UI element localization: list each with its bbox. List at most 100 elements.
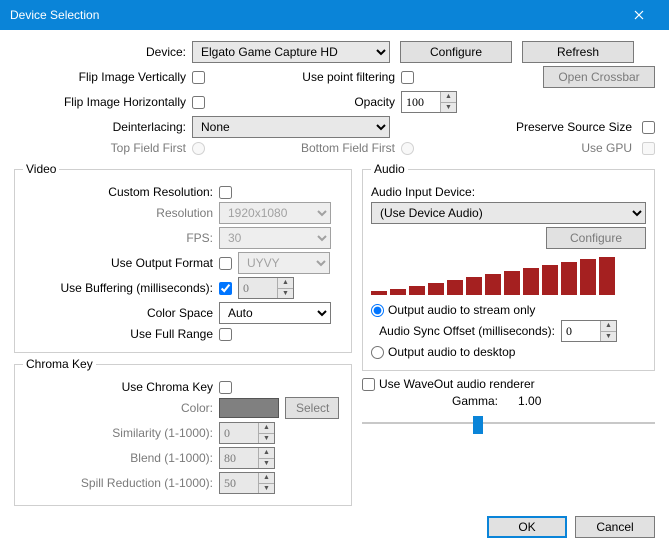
chroma-color-swatch — [219, 398, 279, 418]
color-space-label: Color Space — [23, 306, 219, 320]
audio-bar — [409, 286, 425, 295]
custom-res-checkbox[interactable] — [219, 186, 232, 199]
resolution-label: Resolution — [23, 206, 219, 220]
use-output-fmt-checkbox[interactable] — [219, 257, 232, 270]
sync-label: Audio Sync Offset (milliseconds): — [371, 324, 561, 338]
close-icon — [634, 10, 644, 20]
full-range-label: Use Full Range — [23, 327, 219, 341]
blend-spinner: ▲▼ — [219, 447, 275, 469]
waveout-label: Use WaveOut audio renderer — [379, 377, 535, 391]
gamma-thumb[interactable] — [473, 416, 483, 434]
audio-device-label: Audio Input Device: — [371, 185, 475, 199]
audio-bar — [390, 289, 406, 295]
flip-v-checkbox[interactable] — [192, 71, 205, 84]
audio-bar — [599, 257, 615, 295]
use-gpu-label: Use GPU — [581, 141, 638, 155]
opacity-label: Opacity — [261, 95, 401, 109]
device-label: Device: — [14, 45, 192, 59]
spinner-arrows: ▲▼ — [277, 278, 293, 298]
video-group: Video Custom Resolution: Resolution 1920… — [14, 162, 352, 353]
flip-h-checkbox[interactable] — [192, 96, 205, 109]
audio-bar — [504, 271, 520, 295]
preserve-label: Preserve Source Size — [516, 120, 638, 134]
similarity-input — [220, 423, 258, 443]
use-buffer-checkbox[interactable] — [219, 282, 232, 295]
titlebar: Device Selection — [0, 0, 669, 30]
refresh-button[interactable]: Refresh — [522, 41, 634, 63]
buffer-spinner: ▲▼ — [238, 277, 294, 299]
gamma-slider[interactable] — [362, 414, 655, 432]
chroma-legend: Chroma Key — [23, 357, 96, 371]
use-gpu-checkbox — [642, 142, 655, 155]
point-filter-checkbox[interactable] — [401, 71, 414, 84]
open-crossbar-button: Open Crossbar — [543, 66, 655, 88]
gamma-label: Gamma: — [452, 394, 498, 408]
custom-res-label: Custom Resolution: — [23, 185, 219, 199]
similarity-spinner: ▲▼ — [219, 422, 275, 444]
bottom-field-radio — [401, 142, 414, 155]
audio-level-bars — [371, 255, 646, 295]
audio-bar — [542, 265, 558, 295]
chroma-select-button: Select — [285, 397, 339, 419]
output-desktop-radio[interactable] — [371, 346, 384, 359]
audio-bar — [561, 262, 577, 295]
flip-h-label: Flip Image Horizontally — [14, 95, 192, 109]
device-select[interactable]: Elgato Game Capture HD — [192, 41, 390, 63]
close-button[interactable] — [616, 0, 661, 30]
audio-bar — [485, 274, 501, 295]
blend-input — [220, 448, 258, 468]
ok-button[interactable]: OK — [487, 516, 567, 538]
use-chroma-checkbox[interactable] — [219, 381, 232, 394]
audio-legend: Audio — [371, 162, 408, 176]
cancel-button[interactable]: Cancel — [575, 516, 655, 538]
spinner-arrows: ▲▼ — [258, 423, 274, 443]
audio-bar — [580, 259, 596, 295]
output-fmt-select: UYVY — [238, 252, 330, 274]
configure-button[interactable]: Configure — [400, 41, 512, 63]
window-title: Device Selection — [10, 8, 99, 22]
top-field-label: Top Field First — [14, 141, 192, 155]
spinner-arrows[interactable]: ▲▼ — [440, 92, 456, 112]
opacity-input[interactable] — [402, 92, 440, 112]
bottom-field-label: Bottom Field First — [261, 141, 401, 155]
preserve-checkbox[interactable] — [642, 121, 655, 134]
audio-group: Audio Audio Input Device: (Use Device Au… — [362, 162, 655, 371]
sync-spinner[interactable]: ▲▼ — [561, 320, 617, 342]
spill-input — [220, 473, 258, 493]
audio-bar — [428, 283, 444, 295]
spinner-arrows: ▲▼ — [258, 473, 274, 493]
output-stream-radio[interactable] — [371, 304, 384, 317]
deinterlace-label: Deinterlacing: — [14, 120, 192, 134]
audio-bar — [523, 268, 539, 295]
resolution-select: 1920x1080 — [219, 202, 331, 224]
output-stream-label: Output audio to stream only — [388, 303, 535, 317]
audio-bar — [466, 277, 482, 295]
use-buffer-label: Use Buffering (milliseconds): — [23, 281, 219, 295]
output-desktop-label: Output audio to desktop — [388, 345, 515, 359]
point-filter-label: Use point filtering — [261, 70, 401, 84]
spinner-arrows: ▲▼ — [258, 448, 274, 468]
audio-bar — [447, 280, 463, 295]
blend-label: Blend (1-1000): — [23, 451, 219, 465]
similarity-label: Similarity (1-1000): — [23, 426, 219, 440]
use-chroma-label: Use Chroma Key — [23, 380, 219, 394]
waveout-checkbox[interactable] — [362, 378, 375, 391]
video-legend: Video — [23, 162, 59, 176]
buffer-input — [239, 278, 277, 298]
fps-select: 30 — [219, 227, 331, 249]
flip-v-label: Flip Image Vertically — [14, 70, 192, 84]
sync-input[interactable] — [562, 321, 600, 341]
spinner-arrows[interactable]: ▲▼ — [600, 321, 616, 341]
spill-spinner: ▲▼ — [219, 472, 275, 494]
chroma-group: Chroma Key Use Chroma Key Color: Select … — [14, 357, 352, 506]
gamma-value: 1.00 — [518, 394, 541, 408]
deinterlace-select[interactable]: None — [192, 116, 390, 138]
audio-device-select[interactable]: (Use Device Audio) — [371, 202, 646, 224]
opacity-spinner[interactable]: ▲▼ — [401, 91, 457, 113]
spill-label: Spill Reduction (1-1000): — [23, 476, 219, 490]
audio-configure-button: Configure — [546, 227, 646, 249]
color-space-select[interactable]: Auto — [219, 302, 331, 324]
audio-bar — [371, 291, 387, 295]
full-range-checkbox[interactable] — [219, 328, 232, 341]
top-field-radio — [192, 142, 205, 155]
